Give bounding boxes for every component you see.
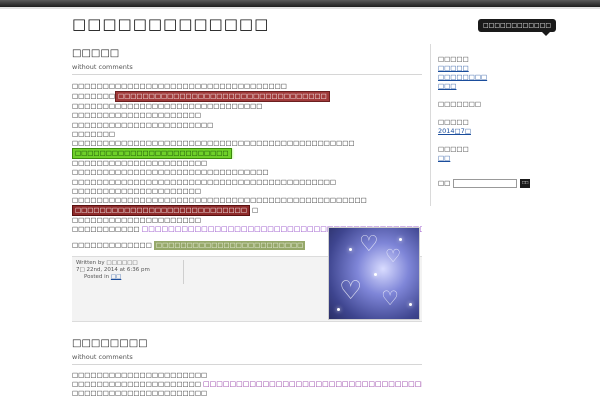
- post-body: □□□□□□□□□□□□□□□□□□□□□□□□□□□□□□□□□□□ □□□□…: [72, 82, 422, 250]
- category-link[interactable]: □□: [111, 274, 121, 280]
- post-inline-link[interactable]: □□□□□□□□□□□□□□□□□□□□□□□□□□□□□□□□□□□□□□□□…: [203, 380, 422, 388]
- heart-shape: ♡: [339, 275, 363, 306]
- post-line: □□□□□□□□□□□□□□□□□□□□□□□□□□□□□□□□: [72, 168, 269, 177]
- post-line-text: □□□□□□□: [72, 92, 115, 101]
- heart-shape: ♡: [385, 245, 402, 267]
- sidebar-heading: □□□□□: [438, 55, 469, 63]
- post-title[interactable]: □□□□□: [72, 48, 422, 59]
- second-post: □□□□□□□□ without comments □□□□□□□□□□□□□□…: [72, 338, 422, 399]
- post-line: □□□□□□□□□□□□□□□□□□□□□: [72, 111, 201, 120]
- post-date: 7□ 22nd, 2014 at 6:36 pm: [76, 266, 150, 273]
- rss-subscribe-button[interactable]: □□□□□□□□□□□□: [478, 19, 557, 36]
- post-line: □□□□□□□□□□□□□□□□□□□□□: [72, 186, 201, 195]
- sparkle: [337, 307, 340, 311]
- post-line: □□□□□□□: [72, 129, 115, 138]
- post-line: □□□□□□□□□□□□□□□□□□□□□□□□□□□□□□□□□□□: [72, 82, 287, 90]
- written-by-line: Written by □□□□□□: [76, 260, 179, 267]
- sidebar-heading: □□□□□: [438, 118, 469, 126]
- sparkle: [399, 237, 402, 241]
- post-line: □□□□□□□□□□□□□□□□□□□□□□□: [72, 120, 214, 129]
- sidebar-link[interactable]: □□□□□□□□: [438, 73, 530, 82]
- post-line-text: □□□□□□□□□□□□□: [72, 240, 152, 249]
- post-line-text: □□□□□□□□□□□□□□□□□□□□□: [72, 380, 201, 389]
- post-title[interactable]: □□□□□□□□: [72, 338, 422, 349]
- main-content: □□□□□ without comments □□□□□□□□□□□□□□□□□…: [72, 44, 422, 322]
- written-by-label: Written by: [76, 259, 105, 266]
- category-link[interactable]: □□: [438, 154, 530, 163]
- highlighted-text-green: □□□□□□□□□□□□□□□□□□□□□□□□□: [72, 148, 232, 160]
- heart-shape: ♡: [381, 285, 399, 310]
- archive-link[interactable]: 2014□7□: [438, 127, 530, 136]
- search-form: □□ □□: [438, 179, 530, 188]
- highlighted-text-darkred: □□□□□□□□□□□□□□□□□□□□□□□□□□□□: [72, 205, 250, 217]
- post-line: □□□□□□□□□□□□□□□□□□□□□□□□□□□□□□□□□□□□□□□□…: [72, 196, 367, 205]
- post-line: □□□□□□□□□□□□□□□□□□□□□□: [72, 389, 208, 398]
- post-line: □□□□□□□□□□□□□□□□□□□□□□□□□□□□□□□□□□□□□□□□…: [72, 139, 355, 148]
- top-bar-divider: [0, 7, 600, 9]
- sparkle: [349, 247, 352, 251]
- sidebar-heading: □□□□□□□: [438, 100, 481, 108]
- post-line: □□□□□□□□□□□□□□□□□□□□□□□□□: [72, 148, 422, 160]
- top-bar: [0, 0, 600, 7]
- sparkle: [409, 302, 412, 306]
- post-author-meta: Written by □□□□□□ 7□ 22nd, 2014 at 6:36 …: [76, 259, 184, 284]
- post-comments-meta[interactable]: without comments: [72, 63, 422, 75]
- post-line: □□□□□□□□□□□□□□□□□□□□□ □□□□□□□□□□□□□□□□□□…: [72, 380, 422, 389]
- posted-in-line: Posted in □□: [76, 274, 179, 281]
- sidebar: □□□□□ □□□□□ □□□□□□□□ □□□ □□□□□□□ □□□□□ 2…: [430, 44, 530, 206]
- post-line: □□□□□□□□□□□□□□□□□□□□□□□□□□□□□□□: [72, 102, 263, 111]
- search-button[interactable]: □□: [520, 179, 530, 188]
- post-line: □□□□□□□□□□□□□□□□□□□□□□: [72, 159, 208, 168]
- highlighted-text-red: □□□□□□□□□□□□□□□□□□□□□□□□□□□□□□□□□□: [115, 91, 330, 103]
- sidebar-heading: □□□□□: [438, 145, 469, 153]
- author-name[interactable]: □□□□□□: [106, 260, 137, 266]
- post-line: □□□□□□□□□□□□□□□□□□□□□□□□□□□□ □: [72, 205, 422, 217]
- sidebar-link[interactable]: □□□□□: [438, 64, 530, 73]
- post-line: □□□□□□□□□□□□□□□□□□□□□□: [72, 371, 208, 379]
- post-line: □□□□□□□□□□□□□□□□□□□□□□□□□□□□□□□□□□□□□□□□…: [72, 91, 422, 103]
- post-line-text: □□□□□□□□□□□: [72, 225, 140, 234]
- post-line: □□□□□□□□□□□□□□□□□□□□□□□□□□□□□□□□□□□□□□□□…: [72, 177, 337, 186]
- post-line: □□□□□□□□□□□□□□□□□□□□□: [72, 216, 201, 225]
- search-label: □□: [438, 179, 451, 187]
- search-input[interactable]: [453, 179, 518, 188]
- post-comments-meta[interactable]: without comments: [72, 353, 422, 365]
- hearts-bokeh-image[interactable]: ♡ ♡ ♡ ♡: [328, 226, 420, 320]
- site-title[interactable]: □□□□□□□□□□□□□: [72, 15, 269, 33]
- sidebar-link[interactable]: □□□: [438, 82, 530, 91]
- post-footer: Written by □□□□□□ 7□ 22nd, 2014 at 6:36 …: [72, 226, 422, 322]
- post-body: □□□□□□□□□□□□□□□□□□□□□□ □□□□□□□□□□□□□□□□□…: [72, 371, 422, 399]
- sparkle: [374, 272, 377, 276]
- highlighted-text-olive: □□□□□□□□□□□□□□□□□□□□□□□□: [153, 240, 306, 250]
- heart-shape: ♡: [359, 231, 379, 257]
- post-line-text: □: [252, 206, 259, 215]
- posted-in-label: Posted in: [84, 273, 110, 280]
